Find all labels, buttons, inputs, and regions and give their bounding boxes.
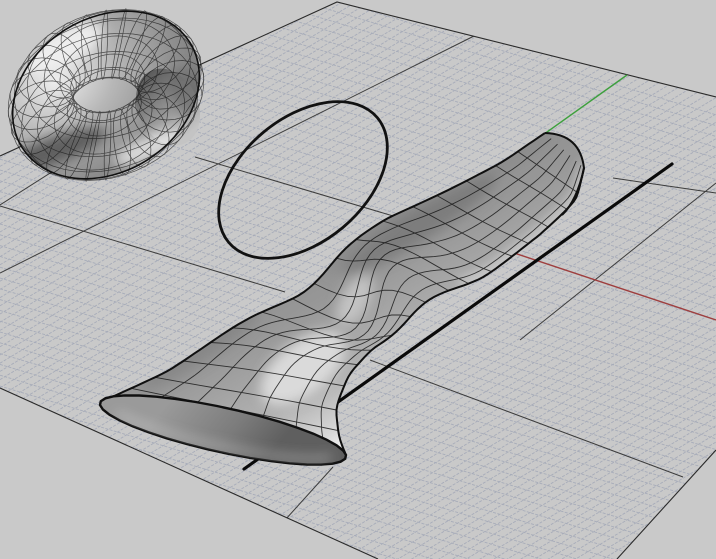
cad-viewport[interactable]	[0, 0, 716, 559]
viewport-scene	[0, 0, 716, 559]
